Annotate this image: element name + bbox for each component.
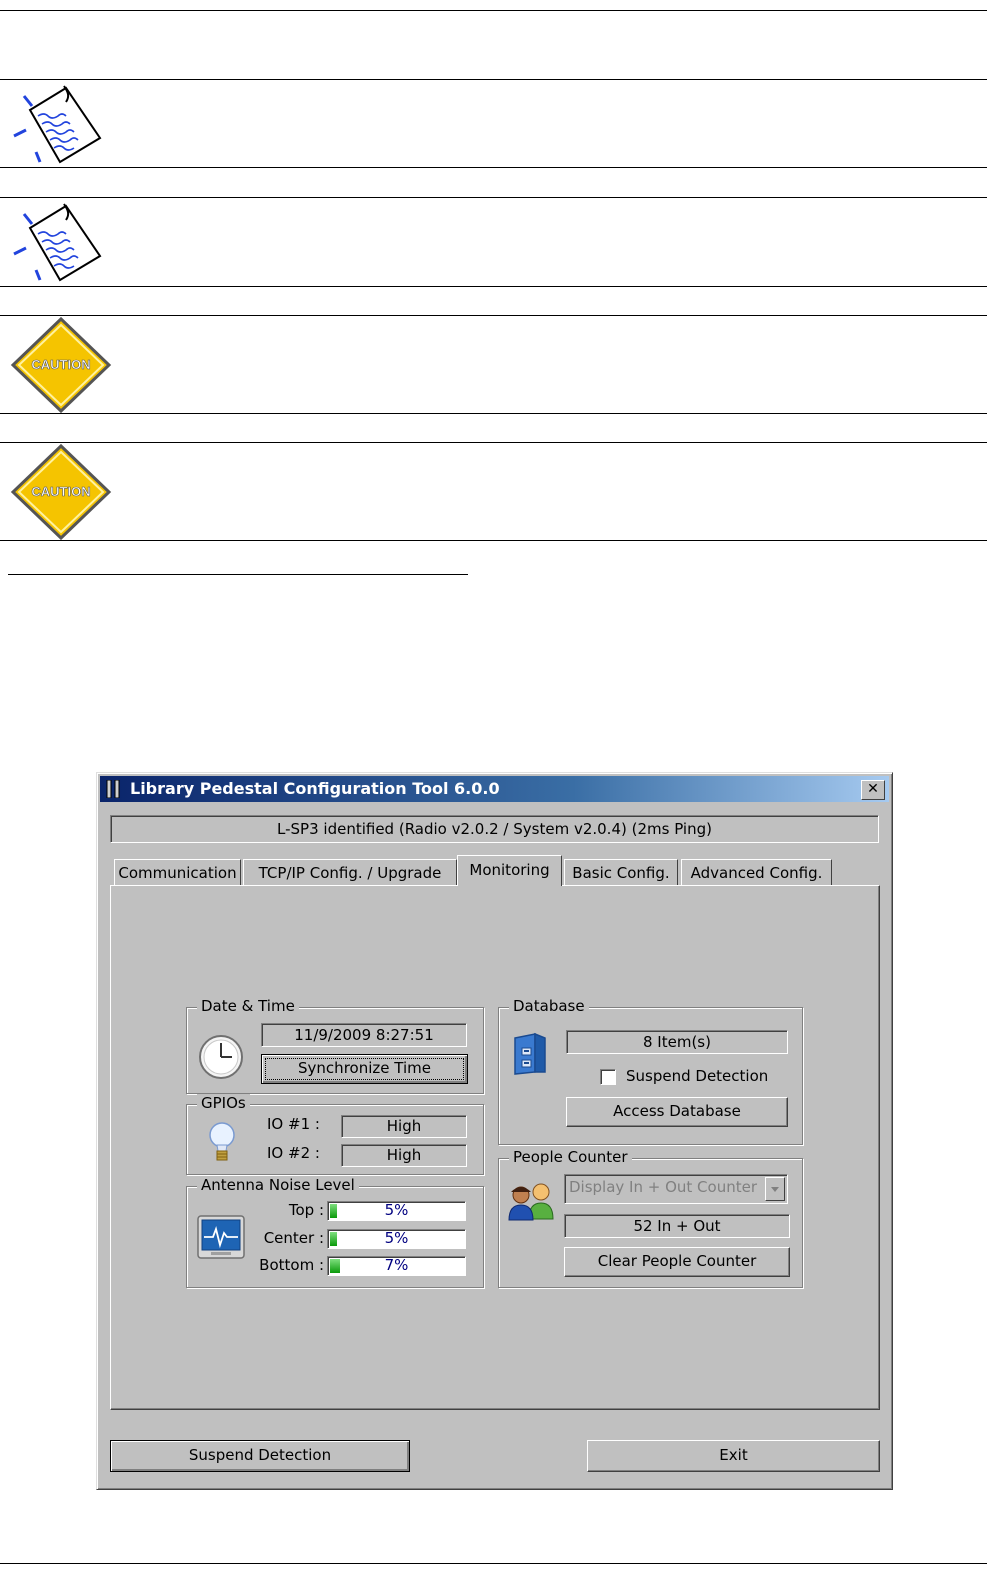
caution1-rule-bottom xyxy=(0,413,987,414)
counter-mode-dropdown[interactable]: Display In + Out Counter xyxy=(564,1174,788,1204)
antenna-center-meter: 5% xyxy=(327,1229,466,1249)
lightbulb-icon xyxy=(209,1122,235,1161)
antenna-noise-title: Antenna Noise Level xyxy=(197,1176,359,1194)
note2-rule-top xyxy=(0,197,987,198)
gpios-title: GPIOs xyxy=(197,1094,250,1112)
device-status: L-SP3 identified (Radio v2.0.2 / System … xyxy=(110,815,879,843)
caution-icon: CAUTION xyxy=(10,316,112,414)
io2-label: IO #2 : xyxy=(267,1144,320,1162)
antenna-center-label: Center : xyxy=(263,1229,324,1247)
date-time-title: Date & Time xyxy=(197,997,299,1015)
clock-icon xyxy=(199,1035,243,1079)
note-icon xyxy=(13,85,102,164)
app-icon xyxy=(106,780,120,798)
note1-rule-top xyxy=(0,79,987,80)
access-database-button[interactable]: Access Database xyxy=(566,1097,788,1127)
tab-advanced-config[interactable]: Advanced Config. xyxy=(681,859,832,886)
suspend-detection-checkbox[interactable] xyxy=(600,1069,616,1085)
gpios-group: GPIOs IO #1 : High IO #2 : High xyxy=(186,1094,484,1175)
clear-people-counter-button[interactable]: Clear People Counter xyxy=(564,1247,790,1277)
bottom-rule xyxy=(0,1563,987,1564)
app-window: Library Pedestal Configuration Tool 6.0.… xyxy=(96,772,893,1490)
monitoring-panel: Date & Time 11/9/2009 8:27:51 Synchroniz… xyxy=(110,885,880,1410)
io1-label: IO #1 : xyxy=(267,1115,320,1133)
antenna-noise-group: Antenna Noise Level Top : 5% Center : 5%… xyxy=(186,1176,484,1288)
people-count-value: 52 In + Out xyxy=(564,1214,790,1238)
current-datetime: 11/9/2009 8:27:51 xyxy=(261,1023,467,1047)
note-icon xyxy=(13,203,102,282)
database-group: Database 8 Item(s) Suspend Detection Acc… xyxy=(498,997,803,1145)
database-title: Database xyxy=(509,997,589,1015)
antenna-bottom-label: Bottom : xyxy=(259,1256,324,1274)
tab-communication[interactable]: Communication xyxy=(114,859,241,886)
counter-mode-value: Display In + Out Counter xyxy=(569,1178,757,1196)
caution2-rule-bottom xyxy=(0,540,987,541)
caution2-rule-top xyxy=(0,442,987,443)
exit-button[interactable]: Exit xyxy=(587,1440,880,1472)
chevron-down-icon[interactable] xyxy=(765,1177,785,1201)
focus-ring xyxy=(265,1058,464,1080)
antenna-bottom-meter: 7% xyxy=(327,1256,466,1276)
underline-rule xyxy=(8,574,468,575)
svg-text:CAUTION: CAUTION xyxy=(31,357,90,372)
antenna-top-label: Top : xyxy=(288,1201,324,1219)
caution1-rule-top xyxy=(0,315,987,316)
antenna-top-meter: 5% xyxy=(327,1201,466,1221)
suspend-detection-checkbox-label[interactable]: Suspend Detection xyxy=(626,1067,768,1085)
suspend-detection-button[interactable]: Suspend Detection xyxy=(110,1440,410,1472)
monitor-icon xyxy=(197,1215,245,1259)
close-button[interactable]: ✕ xyxy=(861,780,885,800)
tab-tcpip-config[interactable]: TCP/IP Config. / Upgrade xyxy=(243,859,457,886)
io1-value: High xyxy=(341,1115,467,1138)
antenna-bottom-value: 7% xyxy=(384,1256,409,1274)
window-title: Library Pedestal Configuration Tool 6.0.… xyxy=(130,779,500,798)
top-rule xyxy=(0,10,987,11)
note1-rule-bottom xyxy=(0,167,987,168)
tab-basic-config[interactable]: Basic Config. xyxy=(564,859,678,886)
date-time-group: Date & Time 11/9/2009 8:27:51 Synchroniz… xyxy=(186,997,484,1094)
antenna-top-value: 5% xyxy=(384,1201,409,1219)
tab-monitoring[interactable]: Monitoring xyxy=(457,855,562,886)
antenna-center-value: 5% xyxy=(384,1229,409,1247)
database-item-count: 8 Item(s) xyxy=(566,1030,788,1054)
svg-text:CAUTION: CAUTION xyxy=(31,484,90,499)
people-counter-group: People Counter Display In + Out Counter … xyxy=(498,1148,803,1288)
title-bar[interactable]: Library Pedestal Configuration Tool 6.0.… xyxy=(100,776,889,802)
synchronize-time-button[interactable]: Synchronize Time xyxy=(261,1054,468,1084)
note2-rule-bottom xyxy=(0,286,987,287)
people-counter-title: People Counter xyxy=(509,1148,632,1166)
people-icon xyxy=(508,1183,554,1221)
caution-icon: CAUTION xyxy=(10,443,112,541)
database-icon xyxy=(514,1032,546,1075)
io2-value: High xyxy=(341,1144,467,1167)
